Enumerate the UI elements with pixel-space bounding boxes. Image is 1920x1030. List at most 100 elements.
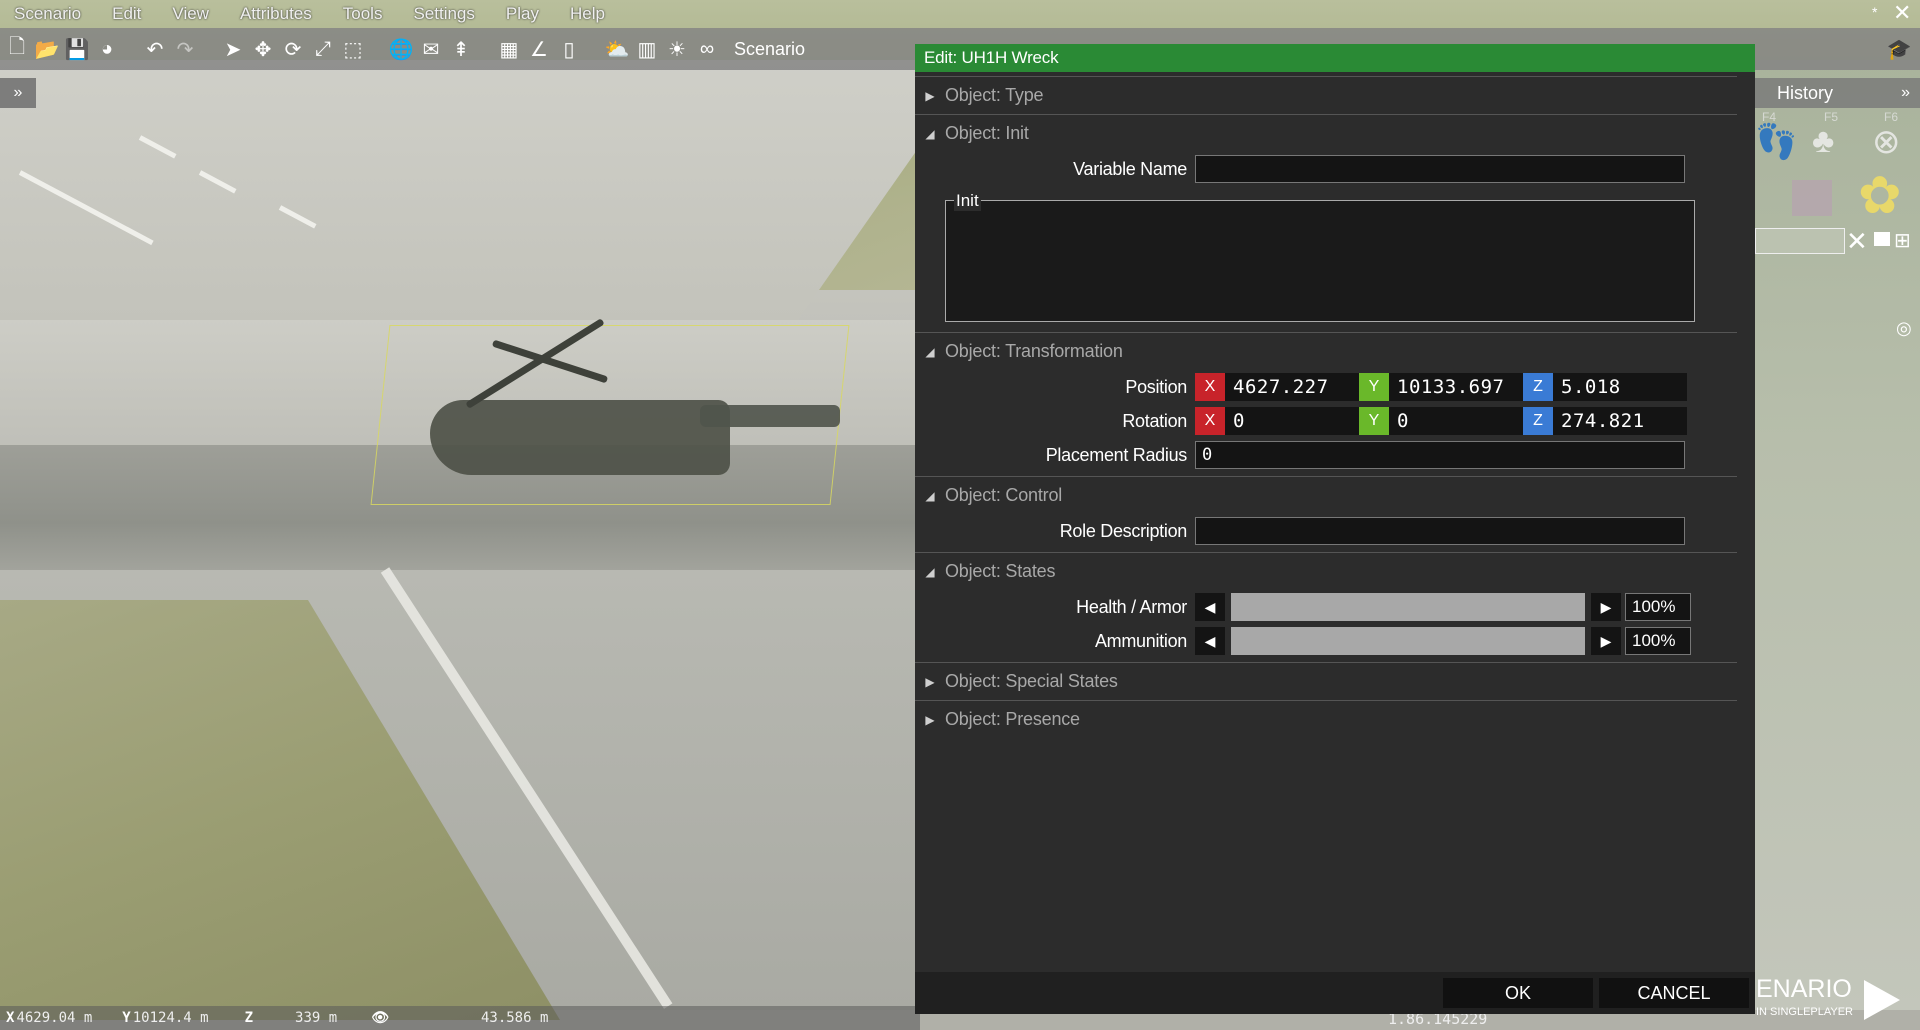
angle-icon[interactable]: ∠: [526, 36, 552, 62]
status-z-label: Z: [244, 1010, 254, 1026]
position-y-input[interactable]: 10133.697: [1389, 373, 1523, 401]
library-icon[interactable]: ▥: [634, 36, 660, 62]
history-expand[interactable]: »: [1901, 84, 1910, 102]
history-search-input[interactable]: [1755, 228, 1845, 254]
section-object-presence[interactable]: ▶ Object: Presence: [915, 700, 1737, 738]
helicopter-wreck[interactable]: [430, 400, 730, 475]
collapse-arrow-icon: ◢: [925, 344, 935, 359]
menu-scenario[interactable]: Scenario: [14, 4, 81, 24]
rotation-x-input[interactable]: 0: [1225, 407, 1359, 435]
collapse-arrow-icon: ◢: [925, 564, 935, 579]
role-description-label: Role Description: [1059, 520, 1188, 541]
open-folder-icon[interactable]: 📂: [34, 36, 60, 62]
ammo-value-input[interactable]: 100%: [1625, 627, 1691, 655]
health-decrease-button[interactable]: ◀: [1195, 593, 1225, 621]
clear-search-icon[interactable]: ✕: [1846, 226, 1868, 257]
ammo-slider[interactable]: [1231, 627, 1585, 655]
save-icon[interactable]: 💾: [64, 36, 90, 62]
undo-icon[interactable]: ↶: [142, 36, 168, 62]
rotation-row: Rotation X 0 Y 0 Z 274.821: [915, 404, 1755, 438]
health-increase-button[interactable]: ▶: [1591, 593, 1621, 621]
section-title: Object: Control: [945, 485, 1063, 505]
menu-tools[interactable]: Tools: [343, 4, 383, 24]
move-tool-icon[interactable]: ✥: [250, 36, 276, 62]
target-icon[interactable]: ◎: [1896, 318, 1912, 339]
menu-play[interactable]: Play: [506, 4, 539, 24]
new-file-icon[interactable]: 🗋: [4, 36, 30, 62]
close-icon[interactable]: ✕: [1893, 0, 1911, 26]
axis-y-badge: Y: [1359, 407, 1389, 435]
surface-snap-icon[interactable]: ✉: [418, 36, 444, 62]
position-x-input[interactable]: 4627.227: [1225, 373, 1359, 401]
ammo-decrease-button[interactable]: ◀: [1195, 627, 1225, 655]
edit-object-dialog: Edit: UH1H Wreck ▶ Object: Type ◢ Object…: [915, 44, 1755, 1014]
mortarboard-icon[interactable]: 🎓: [1886, 36, 1912, 62]
section-object-type[interactable]: ▶ Object: Type: [915, 76, 1737, 114]
vertical-mode-icon[interactable]: ⇞: [448, 36, 474, 62]
globe-icon[interactable]: 🌐: [388, 36, 414, 62]
health-value-input[interactable]: 100%: [1625, 593, 1691, 621]
ruler-icon[interactable]: ▯: [556, 36, 582, 62]
section-object-transformation[interactable]: ◢ Object: Transformation: [915, 332, 1737, 370]
ammo-increase-button[interactable]: ▶: [1591, 627, 1621, 655]
rotation-z-input[interactable]: 274.821: [1553, 407, 1687, 435]
publish-icon[interactable]: ◕: [94, 36, 120, 62]
scenario-name[interactable]: Scenario: [734, 39, 805, 60]
scale-tool-icon[interactable]: ⤢: [310, 36, 336, 62]
expand-all-icon[interactable]: ⊞: [1894, 228, 1911, 253]
section-title: Object: Init: [945, 123, 1029, 143]
section-object-control[interactable]: ◢ Object: Control: [915, 476, 1737, 514]
cancel-button[interactable]: CANCEL: [1599, 978, 1749, 1008]
pin-icon[interactable]: *: [1872, 4, 1877, 20]
menu-settings[interactable]: Settings: [413, 4, 474, 24]
binoculars-icon[interactable]: ∞: [694, 36, 720, 62]
area-tool-icon[interactable]: ⬚: [340, 36, 366, 62]
weather-icon[interactable]: ⛅: [604, 36, 630, 62]
placement-radius-input[interactable]: 0: [1195, 441, 1685, 469]
status-x-value: 4629.04 m: [16, 1010, 93, 1026]
dialog-title[interactable]: Edit: UH1H Wreck: [915, 44, 1755, 72]
section-object-states[interactable]: ◢ Object: States: [915, 552, 1737, 590]
play-icon[interactable]: [1864, 980, 1900, 1020]
dialog-footer: OK CANCEL: [915, 972, 1755, 1014]
rotate-tool-icon[interactable]: ⟳: [280, 36, 306, 62]
select-tool-icon[interactable]: ➤: [220, 36, 246, 62]
ok-button[interactable]: OK: [1443, 978, 1593, 1008]
role-description-input[interactable]: [1195, 517, 1685, 545]
status-y: Y 10124.4 m: [122, 1010, 208, 1026]
variable-name-row: Variable Name: [915, 152, 1755, 186]
section-object-init[interactable]: ◢ Object: Init: [915, 114, 1737, 152]
sun-icon[interactable]: ☀: [664, 36, 690, 62]
rotation-y-input[interactable]: 0: [1389, 407, 1523, 435]
play-scenario-title[interactable]: ENARIO: [1756, 975, 1852, 1004]
menu-attributes[interactable]: Attributes: [240, 4, 312, 24]
status-view-value: 43.586 m: [480, 1010, 549, 1026]
status-x: X 4629.04 m: [6, 1010, 92, 1026]
helicopter-tail: [700, 405, 840, 427]
no-entry-icon[interactable]: ⊗: [1872, 122, 1901, 162]
position-row: Position X 4627.227 Y 10133.697 Z 5.018: [915, 370, 1755, 404]
health-row: Health / Armor ◀ ▶ 100%: [915, 590, 1755, 624]
status-y-label: Y: [122, 1010, 131, 1026]
menu-edit[interactable]: Edit: [112, 4, 141, 24]
collapse-icon[interactable]: [1874, 232, 1890, 246]
section-object-special-states[interactable]: ▶ Object: Special States: [915, 662, 1737, 700]
history-panel: History »: [1755, 78, 1920, 108]
group-icon[interactable]: ♣: [1812, 122, 1834, 161]
menu-help[interactable]: Help: [570, 4, 605, 24]
flower-marker-icon[interactable]: ✿: [1858, 166, 1902, 226]
left-panel-expand[interactable]: »: [0, 78, 36, 108]
eye-icon: 👁: [371, 1010, 389, 1026]
footprints-icon[interactable]: 👣: [1755, 122, 1797, 162]
grid-icon[interactable]: ▦: [496, 36, 522, 62]
health-slider[interactable]: [1231, 593, 1585, 621]
variable-name-input[interactable]: [1195, 155, 1685, 183]
init-textarea[interactable]: Init: [945, 191, 1695, 322]
position-z-input[interactable]: 5.018: [1553, 373, 1687, 401]
redo-icon[interactable]: ↷: [172, 36, 198, 62]
ammo-row: Ammunition ◀ ▶ 100%: [915, 624, 1755, 658]
axis-z-badge: Z: [1523, 373, 1553, 401]
marker-swatch[interactable]: [1792, 180, 1832, 216]
menu-bar: Scenario Edit View Attributes Tools Sett…: [0, 0, 1920, 28]
menu-view[interactable]: View: [172, 4, 209, 24]
